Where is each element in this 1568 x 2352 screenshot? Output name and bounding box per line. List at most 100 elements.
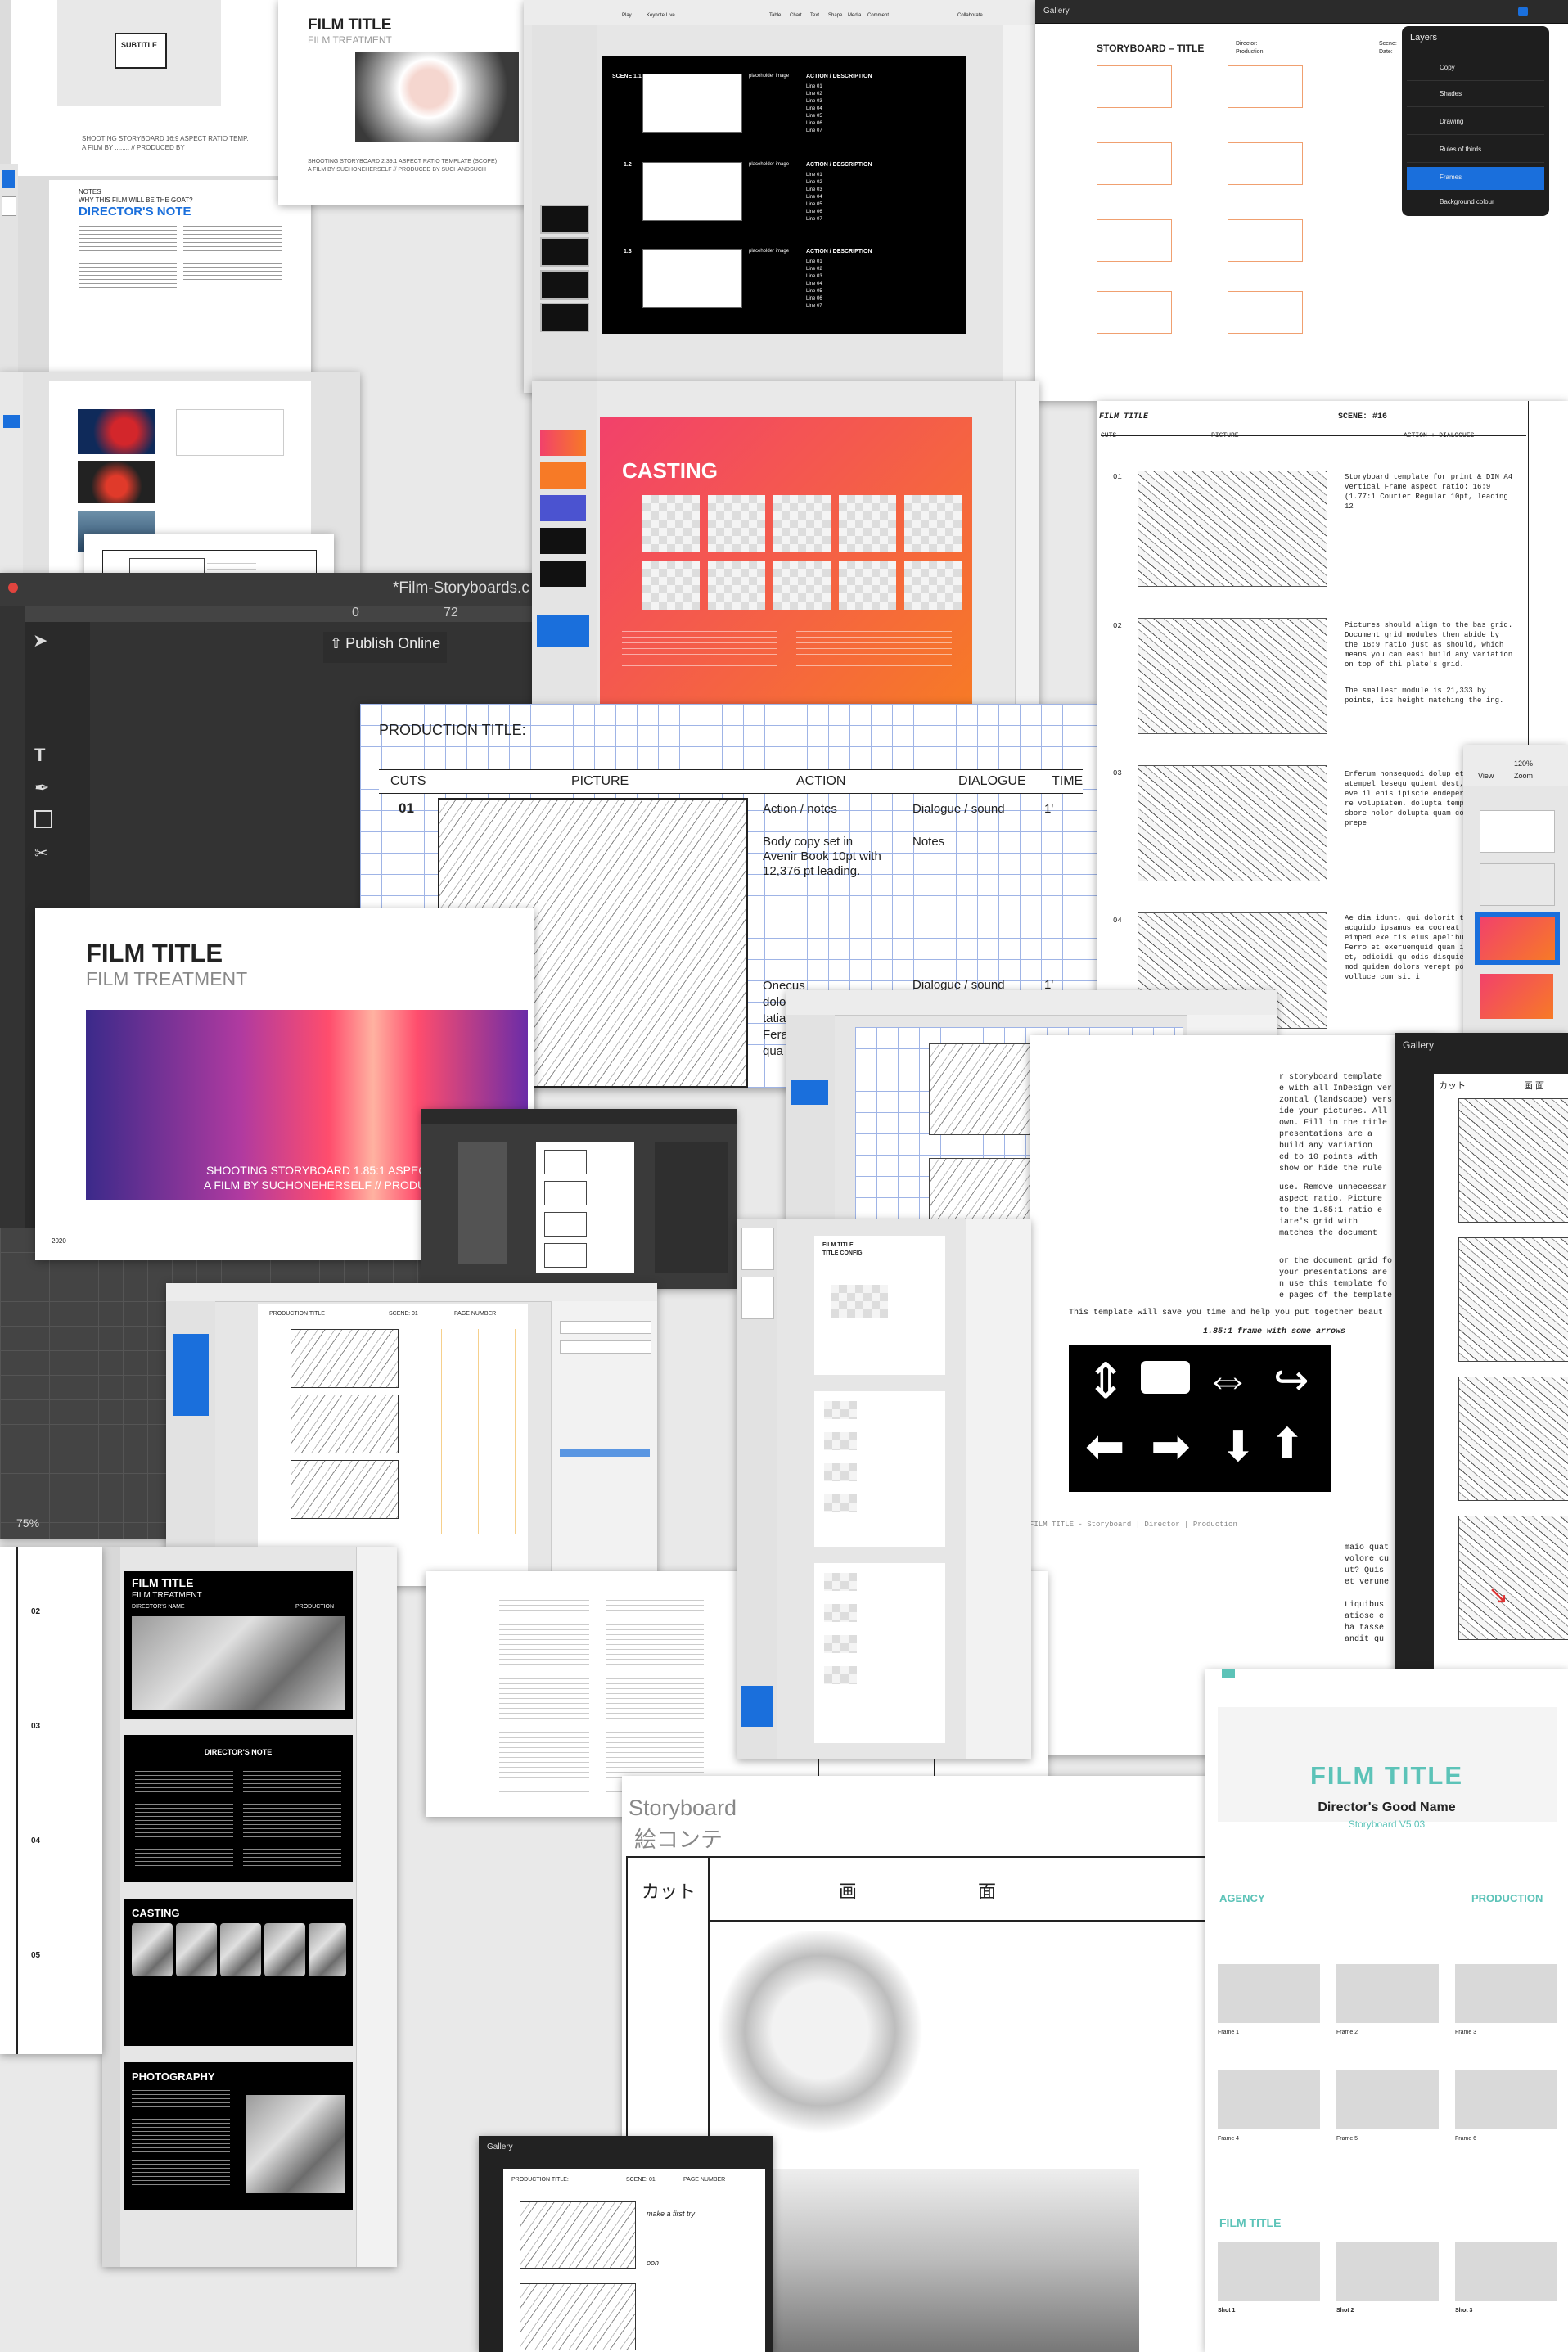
left-storyboard-strip: 02 03 04 05 — [0, 1547, 102, 2054]
prod-scene: SCENE: 01 — [626, 2177, 656, 2183]
body-copy: Body copy set in Avenir Book 10pt with 1… — [763, 835, 881, 878]
production-label: PRODUCTION — [1471, 1892, 1543, 1904]
publish-online-button[interactable]: ⇧ Publish Online — [323, 632, 448, 663]
zoom-button[interactable]: 120% — [1514, 759, 1533, 768]
fur-photo — [355, 52, 519, 142]
format-inspector[interactable] — [966, 1219, 1031, 1759]
indesign-dark-window — [421, 1109, 737, 1289]
view-button[interactable]: View — [1478, 772, 1494, 780]
handwritten-note-2: ooh — [647, 2259, 660, 2267]
gallery-button[interactable]: Gallery — [1403, 1039, 1434, 1051]
toolbar-keynote-live[interactable]: Keynote Live — [647, 13, 675, 18]
question-text: WHY THIS FILM WILL BE THE GOAT? — [79, 196, 193, 204]
layer-row-background[interactable]: Background colour — [1407, 193, 1544, 213]
film-title-2: FILM TITLE — [1219, 2216, 1282, 2229]
arrows-frame: ⇕ ⇔ ↪ ⬅ ➡ ⬇ ⬆ — [1069, 1345, 1331, 1492]
shot-label-3: Shot 3 — [1455, 2308, 1473, 2314]
camera-icon — [1141, 1361, 1190, 1394]
document-tab[interactable]: *Film-Storyboards.c — [393, 579, 529, 597]
cut-01: 01 — [1113, 473, 1122, 481]
layer-row-shades[interactable]: Shades — [1407, 83, 1544, 107]
sheet-scene: SCENE: #16 — [1338, 412, 1388, 421]
casting-inspector[interactable] — [1015, 381, 1039, 753]
pen-tool-icon[interactable]: ✒ — [34, 777, 49, 799]
toolbar-comment[interactable]: Comment — [867, 13, 889, 18]
subtitle-text: SUBTITLE — [121, 41, 157, 49]
film-subtitle: FILM TREATMENT — [86, 968, 248, 989]
frame-label-2: Frame 2 — [1336, 2030, 1358, 2035]
credit-line: SHOOTING STORYBOARD 16:9 ASPECT RATIO TE… — [82, 135, 249, 142]
type-tool-icon[interactable]: T — [34, 745, 45, 766]
gallery-button[interactable]: Gallery — [1043, 7, 1070, 16]
toolbar-text[interactable]: Text — [810, 13, 819, 18]
brush-icon[interactable] — [1518, 7, 1528, 16]
notes-text: Notes — [912, 835, 945, 849]
slide-navigator[interactable] — [532, 25, 597, 393]
zoom-level[interactable]: 75% — [16, 1516, 39, 1530]
scene-num-02: 02 — [31, 1607, 41, 1616]
sheet-header: CUTS PICTURE ACTION + DIALOGUES — [1101, 432, 1526, 439]
rectangle-tool-icon[interactable] — [34, 810, 52, 828]
save-time-text: This template will save you time and hel… — [1069, 1309, 1384, 1318]
director-label: Director: — [1236, 41, 1258, 47]
layer-row-frames[interactable]: Frames — [1407, 167, 1544, 190]
frame-caption: 1.85:1 frame with some arrows — [1203, 1327, 1346, 1336]
ruler: 0 72 — [25, 606, 532, 622]
slide-thumb-sidebar[interactable] — [0, 164, 18, 385]
handwritten-note: make a first try — [647, 2210, 696, 2218]
keynote-toolbar[interactable] — [786, 990, 1277, 1016]
film-title: FILM TITLE — [308, 16, 392, 34]
small-title: FILM TITLE — [822, 1242, 854, 1248]
format-inspector[interactable] — [551, 1301, 657, 1586]
layers-panel[interactable]: Layers Copy Shades Drawing Rules of thir… — [1402, 26, 1549, 216]
gallery-button[interactable]: Gallery — [487, 2142, 513, 2151]
teal-storyboard-document: FILM TITLE Director's Good Name Storyboa… — [1205, 1669, 1568, 2352]
note-1: Storyboard template for print & DIN A4 v… — [1345, 473, 1513, 511]
arrow-up-icon: ⬆ — [1269, 1421, 1305, 1468]
toolbar-collaborate[interactable]: Collaborate — [957, 13, 983, 18]
storyboard-jp-title: 絵コンテ — [634, 1827, 723, 1852]
procreate-frames-canvas: Gallery STORYBOARD – TITLE Director: Pro… — [1035, 0, 1568, 401]
sketch-frame-1 — [1138, 471, 1327, 587]
arrow-right-icon: ➡ — [1151, 1420, 1191, 1473]
procreate-japanese-storyboard: Gallery カット 画 面 ↘ — [1395, 1033, 1568, 1696]
keynote-toolbar[interactable]: Play Keynote Live Table Chart Text Shape… — [524, 0, 1039, 25]
sketch-frame-2 — [1138, 618, 1327, 734]
scene-label: Scene: — [1379, 41, 1397, 47]
red-figure-photo — [78, 409, 155, 454]
toolbar-media[interactable]: Media — [848, 13, 861, 18]
scissors-icon[interactable]: ✂ — [34, 843, 48, 863]
keynote-inspector[interactable] — [1003, 25, 1039, 393]
production-label: Production: — [1236, 49, 1265, 55]
cut-label: カット — [1439, 1081, 1466, 1091]
prod-header-row: CUTS PICTURE ACTION DIALOGUE TIME — [379, 769, 1083, 794]
close-icon[interactable] — [8, 583, 18, 593]
spider-photo — [78, 461, 155, 503]
picture-label: 画 面 — [1524, 1081, 1545, 1091]
toolbar-play[interactable]: Play — [622, 13, 632, 18]
keynote-inspector[interactable] — [356, 1547, 397, 2267]
toolbar-chart[interactable]: Chart — [790, 13, 802, 18]
layer-row-drawing[interactable]: Drawing — [1407, 111, 1544, 135]
layer-row-rules[interactable]: Rules of thirds — [1407, 139, 1544, 163]
directors-note-heading: DIRECTOR'S NOTE — [79, 205, 191, 219]
cut-02: 02 — [1113, 622, 1122, 630]
version: Storyboard V5 03 — [1348, 1818, 1426, 1830]
production-sheet-page: PRODUCTION TITLE SCENE: 01 PAGE NUMBER — [258, 1304, 528, 1586]
pages-toolbar[interactable] — [166, 1283, 657, 1302]
casting-slide: CASTING — [600, 417, 972, 704]
scene-num-04: 04 — [31, 1836, 41, 1845]
cut-04: 04 — [1113, 917, 1122, 925]
selection-tool-icon[interactable]: ➤ — [33, 630, 47, 651]
procreate-toolbar[interactable]: Gallery — [1035, 0, 1568, 24]
year-text: 2020 — [52, 1237, 66, 1245]
casting-title: CASTING — [622, 458, 718, 483]
layer-row-copy[interactable]: Copy — [1407, 57, 1544, 81]
keynote-slide-list: View 120% Zoom — [1463, 745, 1568, 1039]
toolbar-table[interactable]: Table — [769, 13, 781, 18]
layers-title: Layers — [1410, 33, 1438, 43]
small-title-config: TITLE CONFIG — [822, 1250, 863, 1256]
picture-header: 画 — [839, 1881, 858, 1902]
arrow-down-icon: ⬇ — [1220, 1423, 1256, 1471]
toolbar-shape[interactable]: Shape — [828, 13, 842, 18]
